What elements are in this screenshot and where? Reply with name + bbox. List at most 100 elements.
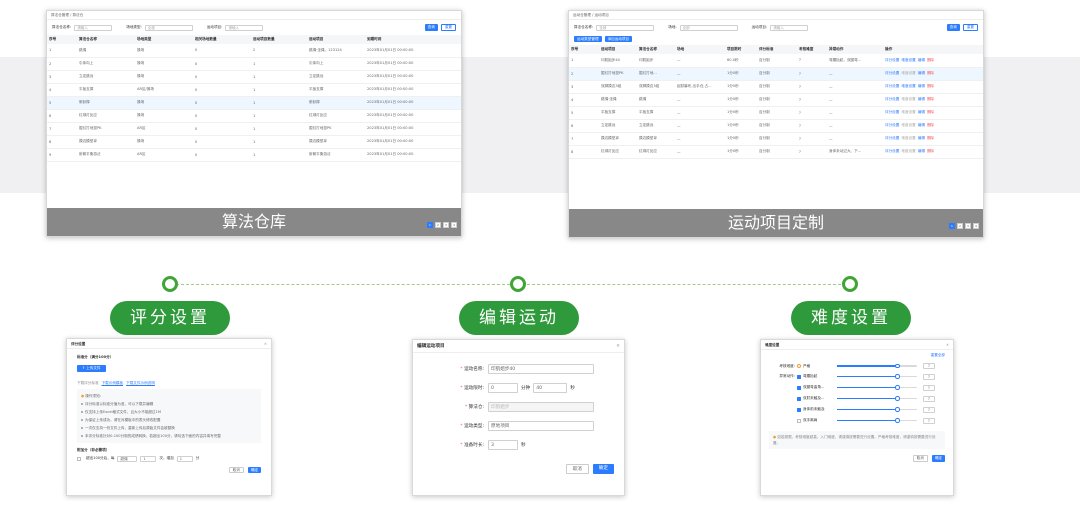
reset-button[interactable]: 重置	[962, 24, 978, 31]
score-settings-link[interactable]: 评分设置	[885, 71, 899, 75]
sport-type-manage-button[interactable]: 运动类型管理	[574, 35, 602, 43]
help-icon[interactable]: ?	[923, 363, 935, 369]
edit-link[interactable]: 编辑	[918, 110, 925, 114]
edit-link[interactable]: 编辑	[918, 123, 925, 127]
edit-link[interactable]: 编辑	[918, 136, 925, 140]
edit-link[interactable]: 编辑	[918, 71, 925, 75]
score-settings-link[interactable]: 评分设置	[885, 123, 899, 127]
reset-button[interactable]: 重置	[440, 24, 456, 31]
extra-points-input[interactable]: 1	[176, 455, 193, 462]
score-settings-link[interactable]: 评分设置	[885, 149, 899, 153]
ok-button[interactable]: 确定	[247, 466, 261, 473]
difficulty-slider[interactable]	[837, 363, 917, 369]
table-row: 9 射箭平衡游泛 AR区 0 1 射箭平衡游泛 2023年01月01日 00:00:00	[47, 148, 461, 162]
help-icon[interactable]: ?	[923, 417, 935, 424]
abnormal-checkbox[interactable]	[797, 396, 801, 401]
help-icon[interactable]: ?	[923, 395, 935, 402]
delete-link[interactable]: 删除	[927, 71, 934, 75]
difficulty-settings-link[interactable]: 难度设置	[901, 136, 915, 140]
download-guide-link[interactable]: 下载文件示例说明	[126, 381, 155, 386]
delete-link[interactable]: 删除	[927, 84, 934, 88]
difficulty-settings-link[interactable]: 难度设置	[901, 97, 915, 101]
sport-item-input[interactable]: 请输入	[770, 24, 809, 31]
extra-item-select[interactable]: 超绳	[117, 455, 138, 462]
abnormal-checkbox[interactable]	[797, 418, 801, 423]
edit-link[interactable]: 编辑	[918, 97, 925, 101]
edit-link[interactable]: 编辑	[918, 84, 925, 88]
help-icon[interactable]: ?	[923, 406, 935, 413]
difficulty-settings-link[interactable]: 难度设置	[901, 58, 915, 62]
close-icon[interactable]: ✕	[264, 339, 267, 349]
page-button[interactable]: 3	[965, 223, 971, 229]
query-button[interactable]: 查询	[946, 24, 960, 31]
abnormal-checkbox[interactable]	[797, 407, 801, 412]
delete-link[interactable]: 删除	[927, 136, 934, 140]
score-settings-link[interactable]: 评分设置	[885, 136, 899, 140]
score-settings-link[interactable]: 评分设置	[885, 110, 899, 114]
download-template-link[interactable]: 下载示例模板	[102, 381, 124, 386]
prep-time-input[interactable]: 3	[488, 439, 518, 450]
page-button[interactable]: 3	[443, 222, 449, 228]
unit-label: 秒	[521, 442, 526, 448]
page-button[interactable]: 4	[973, 223, 979, 229]
venue-select[interactable]: 全部	[679, 24, 738, 31]
minutes-input[interactable]: 0	[488, 382, 518, 393]
extra-count-input[interactable]: 1	[140, 455, 157, 462]
close-icon[interactable]: ✕	[616, 340, 620, 353]
abnormal-checkbox[interactable]	[797, 374, 801, 379]
cancel-button[interactable]: 取消	[228, 466, 244, 473]
page-button[interactable]: 2	[435, 222, 441, 228]
sport-name-input[interactable]: 印肌姐步40	[488, 363, 594, 374]
difficulty-settings-link[interactable]: 难度设置	[901, 71, 915, 75]
cancel-button[interactable]: 取消	[565, 464, 589, 474]
help-icon[interactable]: ?	[923, 373, 935, 380]
pill-edit-sport: 编辑运动	[459, 301, 579, 335]
ok-button[interactable]: 确定	[592, 464, 614, 474]
page-button[interactable]: 2	[957, 223, 963, 229]
delete-link[interactable]: 删除	[927, 149, 934, 153]
page-button[interactable]: 4	[451, 222, 457, 228]
difficulty-settings-link[interactable]: 难度设置	[901, 110, 915, 114]
delete-link[interactable]: 删除	[927, 110, 934, 114]
abnormal-slider[interactable]	[837, 396, 917, 401]
abnormal-slider[interactable]	[837, 407, 917, 412]
score-settings-link[interactable]: 评分设置	[885, 58, 899, 62]
reset-all-link[interactable]: 重置全部	[769, 353, 945, 358]
delete-link[interactable]: 删除	[927, 97, 934, 101]
algorithm-select[interactable]: 全部	[596, 24, 655, 31]
edit-link[interactable]: 编辑	[918, 149, 925, 153]
strict-radio[interactable]	[797, 364, 801, 368]
delete-link[interactable]: 删除	[927, 123, 934, 127]
algorithm-name-input[interactable]: 请输入	[74, 24, 113, 31]
difficulty-settings-link[interactable]: 难度设置	[901, 123, 915, 127]
abnormal-slider[interactable]	[837, 418, 917, 423]
page-button[interactable]: 1	[427, 222, 433, 228]
screenshot-caption: 运动项目定制	[569, 209, 983, 237]
table-cell: 跳绳	[637, 93, 675, 107]
score-settings-link[interactable]: 评分设置	[885, 84, 899, 88]
close-icon[interactable]: ✕	[946, 340, 949, 350]
score-settings-link[interactable]: 评分设置	[885, 97, 899, 101]
abnormal-slider[interactable]	[837, 374, 917, 379]
upload-file-button[interactable]: ⇪ 上传文件	[77, 365, 106, 372]
table-cell: 2	[251, 44, 307, 58]
page-button[interactable]: 1	[949, 223, 955, 229]
abnormal-slider[interactable]	[837, 385, 917, 390]
edit-link[interactable]: 编辑	[918, 58, 925, 62]
abnormal-checkbox[interactable]	[797, 385, 801, 390]
sport-type-select[interactable]: 原地项目	[488, 420, 594, 431]
ok-button[interactable]: 确定	[931, 455, 945, 462]
extra-score-checkbox[interactable]	[77, 456, 81, 461]
difficulty-settings-link[interactable]: 难度设置	[901, 84, 915, 88]
venue-type-select[interactable]: 全部	[144, 24, 193, 31]
delete-link[interactable]: 删除	[927, 58, 934, 62]
difficulty-settings-link[interactable]: 难度设置	[901, 149, 915, 153]
seconds-input[interactable]: 40	[533, 382, 568, 393]
table-cell: 0	[193, 109, 251, 123]
help-icon[interactable]: ?	[923, 384, 935, 391]
add-sport-item-button[interactable]: 添加运动项目	[604, 35, 633, 43]
download-standard-link[interactable]: 下载评分标准	[77, 381, 99, 386]
query-button[interactable]: 查询	[424, 24, 438, 31]
cancel-button[interactable]: 取消	[912, 455, 928, 462]
sport-item-input[interactable]: 请输入	[225, 24, 264, 31]
